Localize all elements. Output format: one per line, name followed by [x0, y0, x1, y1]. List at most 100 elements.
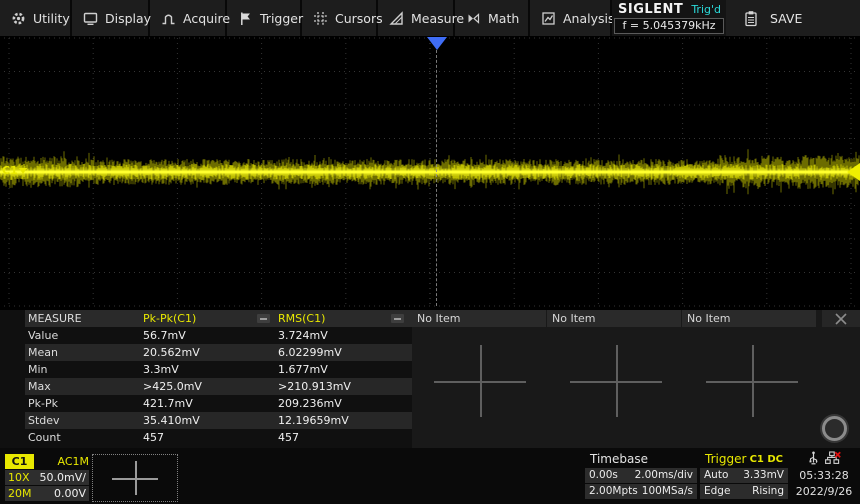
menu-display[interactable]: Display	[72, 0, 150, 36]
menu-trigger[interactable]: Trigger	[227, 0, 302, 36]
stat-label: Pk-Pk	[28, 395, 143, 412]
add-measurement-button[interactable]	[568, 343, 664, 419]
trigger-descriptor[interactable]: Trigger C1 DC Auto 3.33mV Edge Rising	[700, 451, 788, 499]
stat-label: Mean	[28, 344, 143, 361]
analysis-icon	[541, 11, 556, 26]
trigger-level-marker[interactable]	[847, 163, 860, 181]
plus-icon	[135, 461, 137, 495]
stat-value: 421.7mV	[143, 395, 278, 412]
stat-label: Value	[28, 327, 143, 344]
math-icon	[466, 11, 481, 26]
add-measurement-button[interactable]	[432, 343, 528, 419]
stat-label: Count	[28, 429, 143, 446]
timebase-sample-rate: 100MSa/s	[642, 484, 693, 499]
bottom-bar: C1 AC1M 10X 50.0mV/ 20M 0.00V Timebase 0…	[0, 448, 860, 504]
trigger-position-line	[436, 50, 437, 306]
save-button[interactable]: SAVE	[744, 0, 802, 36]
trigger-position-marker[interactable]	[427, 37, 447, 50]
table-row: Max >425.0mV >210.913mV	[0, 378, 412, 395]
table-row: Value 56.7mV 3.724mV	[0, 327, 412, 344]
stat-value: 1.677mV	[278, 361, 412, 378]
stat-label: Min	[28, 361, 143, 378]
trigger-flag-icon	[238, 11, 253, 26]
add-channel-button[interactable]	[92, 454, 178, 502]
trigger-mode: Auto	[704, 468, 728, 483]
remove-measurement-button[interactable]	[257, 314, 270, 323]
table-row: Pk-Pk 421.7mV 209.236mV	[0, 395, 412, 412]
trigger-title: Trigger	[705, 452, 746, 466]
menu-label: Display	[105, 11, 151, 26]
measurement-column-rms[interactable]: RMS(C1)	[278, 310, 325, 327]
cursors-icon	[313, 11, 328, 26]
measure-table: MEASURE Pk-Pk(C1) RMS(C1) Value 56.7mV 3…	[0, 310, 412, 448]
lan-disconnected-icon	[825, 451, 841, 468]
stat-value: 209.236mV	[278, 395, 412, 412]
measure-panel: MEASURE Pk-Pk(C1) RMS(C1) Value 56.7mV 3…	[0, 310, 860, 448]
trigger-source: C1 DC	[750, 454, 783, 465]
channel1-badge: C1	[5, 454, 34, 469]
trigger-slope: Rising	[752, 484, 784, 499]
menu-analysis[interactable]: Analysis	[530, 0, 612, 36]
channel1-bandwidth: 20M	[8, 486, 32, 501]
trigger-type: Edge	[704, 484, 730, 499]
stat-value: 12.19659mV	[278, 412, 412, 429]
usb-icon	[808, 451, 819, 468]
empty-slot-label[interactable]: No Item	[412, 310, 546, 327]
waveform-display[interactable]: C1	[0, 36, 860, 308]
brand-logo: SIGLENT	[618, 2, 683, 17]
channel1-offset-arrow-icon	[19, 168, 27, 174]
timebase-descriptor[interactable]: Timebase 0.00s 2.00ms/div 2.00Mpts 100MS…	[585, 451, 697, 499]
menu-label: Trigger	[260, 11, 303, 26]
stat-value: 3.724mV	[278, 327, 412, 344]
menu-utility[interactable]: Utility	[0, 0, 72, 36]
menu-label: Math	[488, 11, 519, 26]
menu-cursors[interactable]: Cursors	[302, 0, 378, 36]
menu-acquire[interactable]: Acquire	[150, 0, 227, 36]
menu-label: Cursors	[335, 11, 383, 26]
menu-math[interactable]: Math	[455, 0, 530, 36]
channel1-probe: 10X	[8, 470, 30, 485]
close-measure-panel-button[interactable]	[822, 310, 860, 327]
panel-drag-handle[interactable]	[822, 416, 847, 441]
stat-value: 56.7mV	[143, 327, 278, 344]
remove-measurement-button[interactable]	[391, 314, 404, 323]
plus-icon	[616, 345, 618, 417]
display-icon	[83, 11, 98, 26]
timebase-title: Timebase	[590, 452, 648, 466]
system-status[interactable]: 05:33:28 2022/9/26	[792, 451, 856, 499]
waveform-trace	[0, 36, 860, 308]
stat-value: 3.3mV	[143, 361, 278, 378]
table-row: Count 457 457	[0, 429, 412, 446]
stat-value: >425.0mV	[143, 378, 278, 395]
empty-slot-label[interactable]: No Item	[682, 310, 816, 327]
stat-value: 20.562mV	[143, 344, 278, 361]
brand-block: SIGLENT Trig'd f = 5.045379kHz	[612, 0, 726, 36]
timebase-delay: 0.00s	[589, 468, 618, 483]
timebase-memory: 2.00Mpts	[589, 484, 638, 499]
clock-date: 2022/9/26	[792, 484, 856, 499]
menu-label: Utility	[33, 11, 70, 26]
empty-slot-body	[412, 327, 860, 448]
stat-value: >210.913mV	[278, 378, 412, 395]
channel1-descriptor[interactable]: C1 AC1M 10X 50.0mV/ 20M 0.00V	[5, 454, 89, 501]
add-measurement-button[interactable]	[704, 343, 800, 419]
channel1-scale: 50.0mV/	[40, 470, 86, 485]
save-label: SAVE	[770, 11, 802, 26]
menu-label: Analysis	[563, 11, 615, 26]
stat-value: 457	[143, 429, 278, 446]
channel1-level-marker[interactable]: C1	[2, 164, 27, 177]
channel1-coupling: AC1M	[57, 455, 89, 468]
measure-empty-slots: No Item No Item No Item	[412, 310, 860, 448]
clock-time: 05:33:28	[792, 468, 856, 483]
timebase-scale: 2.00ms/div	[635, 468, 693, 483]
stat-value: 6.02299mV	[278, 344, 412, 361]
measure-title: MEASURE	[28, 310, 143, 327]
menu-measure[interactable]: Measure	[378, 0, 455, 36]
frequency-counter: f = 5.045379kHz	[614, 18, 724, 34]
gear-icon	[11, 11, 26, 26]
measurement-column-pkpk[interactable]: Pk-Pk(C1)	[143, 310, 196, 327]
acquire-icon	[161, 11, 176, 26]
close-icon	[835, 313, 847, 325]
table-row: Min 3.3mV 1.677mV	[0, 361, 412, 378]
empty-slot-label[interactable]: No Item	[547, 310, 681, 327]
